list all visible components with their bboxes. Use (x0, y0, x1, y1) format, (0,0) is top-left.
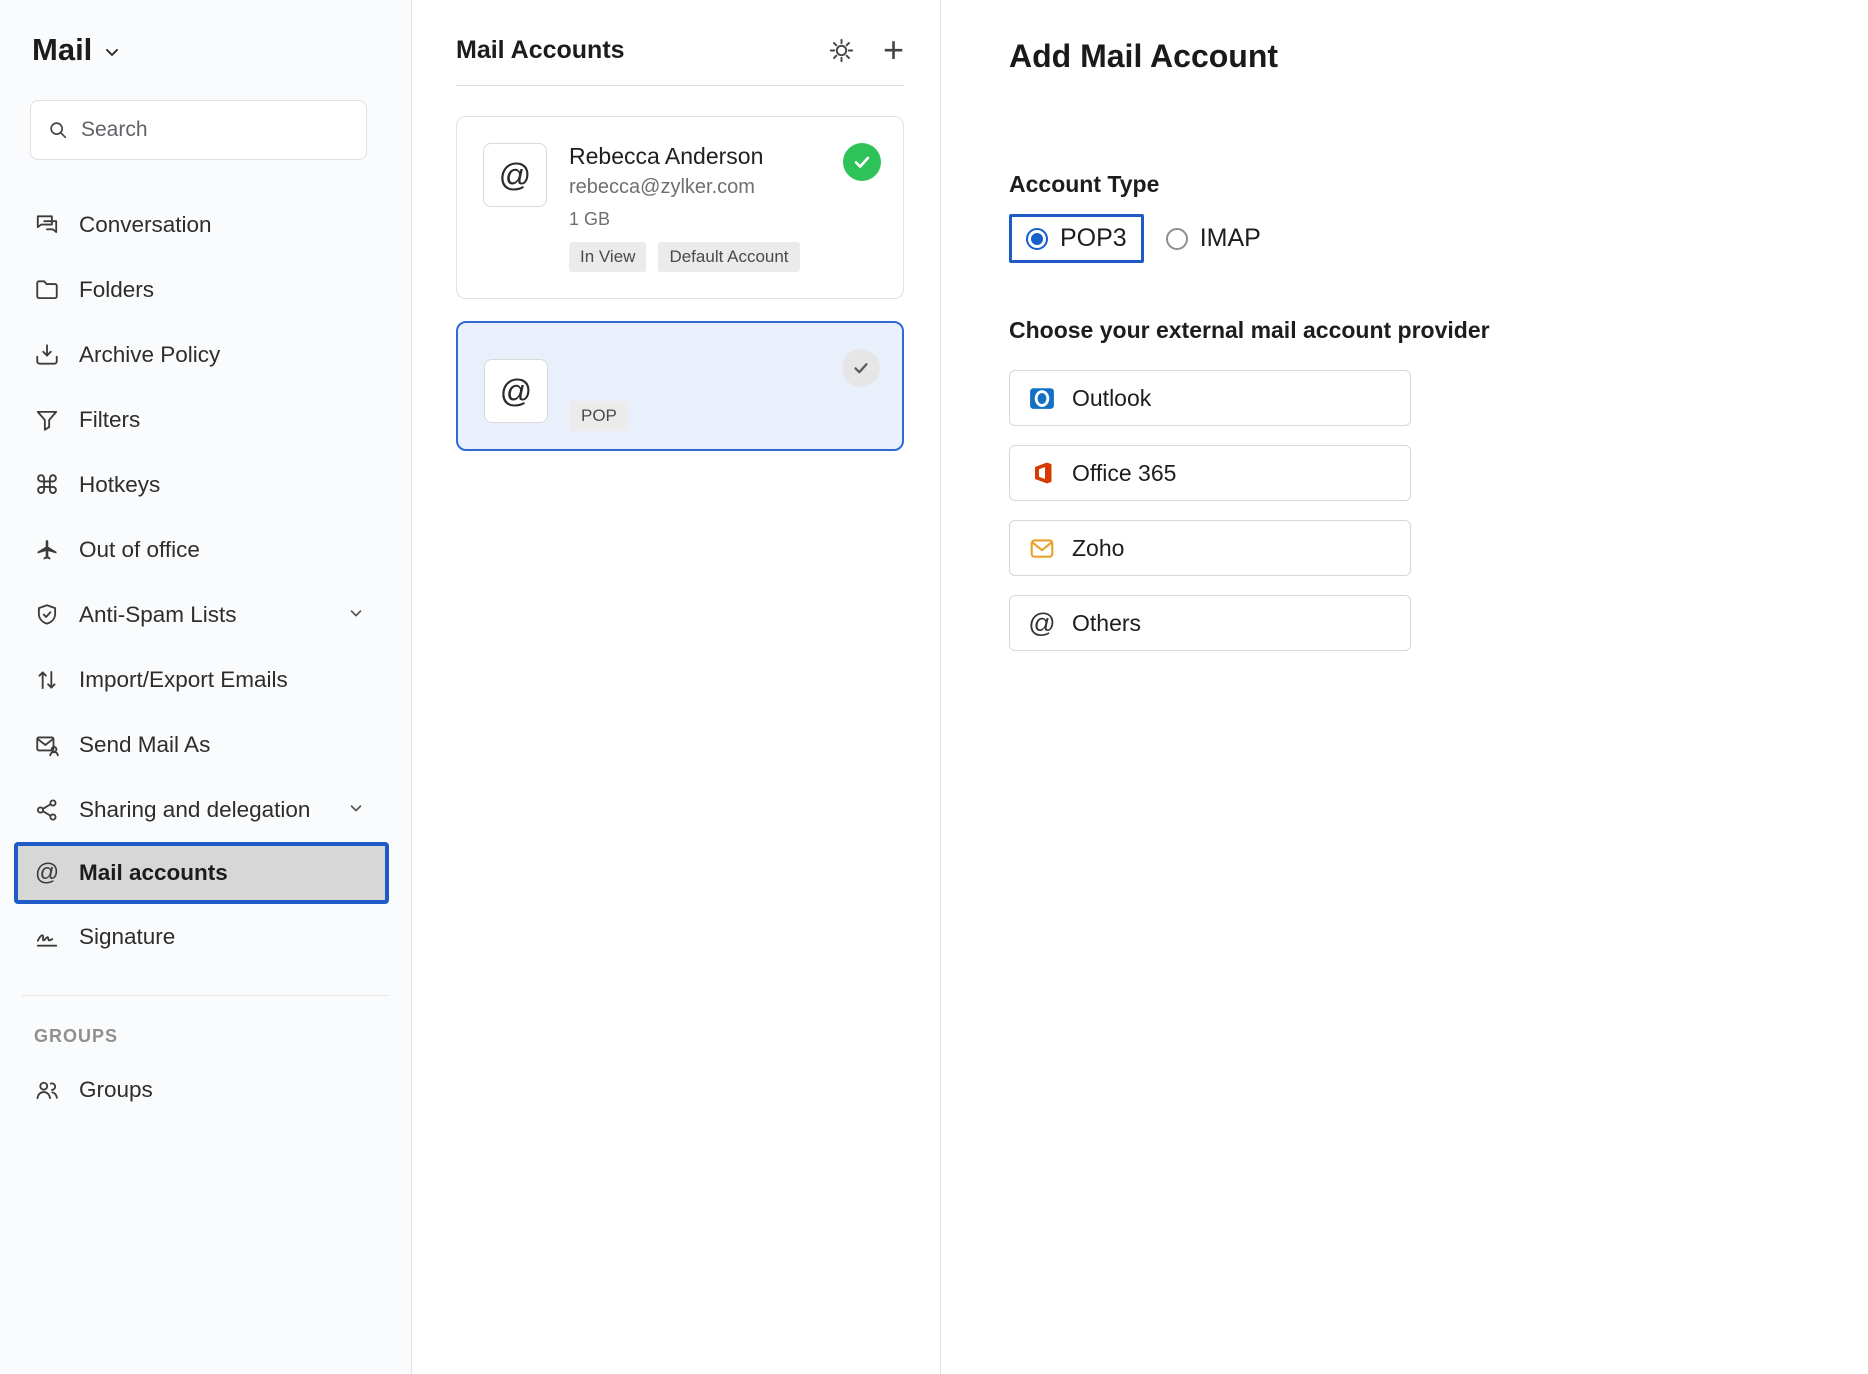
sidebar-item-label: Out of office (79, 537, 200, 563)
sidebar-item-sharing-and-delegation[interactable]: Sharing and delegation (0, 777, 411, 842)
at-icon: @ (34, 860, 60, 886)
account-type-label: Account Type (1009, 171, 1828, 198)
sidebar-item-send-mail-as[interactable]: Send Mail As (0, 712, 411, 777)
search-input-wrapper (30, 100, 367, 160)
sidebar-item-label: Anti-Spam Lists (79, 602, 237, 628)
sidebar-item-label: Signature (79, 924, 175, 950)
account-selected-check-icon (842, 349, 880, 387)
share-icon (34, 797, 60, 823)
mail-app-switcher[interactable]: Mail (0, 30, 411, 70)
chevron-down-icon (102, 34, 122, 70)
sidebar-item-label: Folders (79, 277, 154, 303)
account-card-pop[interactable]: @ POP (456, 321, 904, 451)
sidebar-item-label: Hotkeys (79, 472, 160, 498)
filter-icon (34, 407, 60, 433)
outlook-icon (1028, 384, 1056, 412)
sidebar-item-archive-policy[interactable]: Archive Policy (0, 322, 411, 387)
add-mail-account-panel: Add Mail Account Account Type POP3 IMAP … (941, 0, 1868, 1374)
command-icon: ⌘ (34, 472, 60, 498)
badge-default-account: Default Account (658, 242, 799, 272)
settings-gear-icon[interactable] (828, 37, 855, 64)
groups-section: GROUPS Groups (22, 995, 389, 1122)
provider-label: Office 365 (1072, 460, 1176, 487)
sidebar-item-hotkeys[interactable]: ⌘ Hotkeys (0, 452, 411, 517)
provider-label: Outlook (1072, 385, 1151, 412)
groups-icon (34, 1077, 60, 1103)
radio-unselected-icon (1166, 228, 1188, 250)
sidebar-item-label: Archive Policy (79, 342, 220, 368)
account-card-primary[interactable]: @ Rebecca Anderson rebecca@zylker.com 1 … (456, 116, 904, 299)
at-icon: @ (1028, 609, 1056, 637)
account-name: Rebecca Anderson (569, 143, 800, 170)
add-account-plus-icon[interactable]: + (883, 36, 904, 65)
search-icon (47, 119, 69, 141)
sidebar-item-filters[interactable]: Filters (0, 387, 411, 452)
sidebar-item-label: Filters (79, 407, 140, 433)
provider-outlook-button[interactable]: Outlook (1009, 370, 1411, 426)
page-title: Add Mail Account (1009, 38, 1828, 75)
archive-icon (34, 342, 60, 368)
sidebar-item-label: Import/Export Emails (79, 667, 288, 693)
mail-accounts-panel: Mail Accounts + @ Rebecca Anderson rebec… (412, 0, 941, 1374)
sidebar-item-signature[interactable]: Signature (0, 904, 411, 969)
imap-radio[interactable]: IMAP (1166, 224, 1261, 253)
radio-label: IMAP (1200, 224, 1261, 253)
send-mail-as-icon (34, 732, 60, 758)
account-storage: 1 GB (569, 209, 800, 230)
settings-nav: Conversation Folders Archive Policy Filt… (0, 192, 411, 969)
sidebar-item-label: Mail accounts (79, 860, 228, 886)
airplane-icon (34, 537, 60, 563)
mail-accounts-header: Mail Accounts + (456, 36, 904, 86)
folder-icon (34, 277, 60, 303)
sidebar-item-anti-spam-lists[interactable]: Anti-Spam Lists (0, 582, 411, 647)
provider-office365-button[interactable]: Office 365 (1009, 445, 1411, 501)
zoho-mail-settings-window: Mail Conversation Folders (0, 0, 1868, 1374)
sidebar-item-folders[interactable]: Folders (0, 257, 411, 322)
account-email: rebecca@zylker.com (569, 176, 800, 199)
sidebar-item-out-of-office[interactable]: Out of office (0, 517, 411, 582)
pop3-radio[interactable]: POP3 (1009, 214, 1144, 263)
account-type-radio-group: POP3 IMAP (1009, 214, 1828, 263)
provider-zoho-button[interactable]: Zoho (1009, 520, 1411, 576)
account-active-check-icon (843, 143, 881, 181)
app-title: Mail (32, 32, 92, 68)
chevron-down-icon (347, 797, 365, 823)
chevron-down-icon (347, 602, 365, 628)
shield-icon (34, 602, 60, 628)
account-avatar-at-icon: @ (483, 143, 547, 207)
radio-label: POP3 (1060, 224, 1127, 253)
provider-heading: Choose your external mail account provid… (1009, 317, 1828, 344)
sidebar-item-import-export-emails[interactable]: Import/Export Emails (0, 647, 411, 712)
zoho-mail-icon (1028, 534, 1056, 562)
radio-selected-icon (1026, 228, 1048, 250)
sidebar-item-label: Send Mail As (79, 732, 210, 758)
provider-others-button[interactable]: @ Others (1009, 595, 1411, 651)
conversation-icon (34, 212, 60, 238)
sidebar-item-mail-accounts[interactable]: @ Mail accounts (14, 842, 389, 904)
settings-sidebar: Mail Conversation Folders (0, 0, 412, 1374)
badge-in-view: In View (569, 242, 646, 272)
provider-label: Others (1072, 610, 1141, 637)
office365-icon (1028, 459, 1056, 487)
sidebar-item-label: Groups (79, 1077, 153, 1103)
sidebar-item-groups[interactable]: Groups (22, 1057, 389, 1122)
account-badges: In View Default Account (569, 242, 800, 272)
mail-accounts-title: Mail Accounts (456, 36, 625, 65)
sidebar-item-conversation[interactable]: Conversation (0, 192, 411, 257)
signature-icon (34, 924, 60, 950)
provider-label: Zoho (1072, 535, 1124, 562)
sidebar-item-label: Conversation (79, 212, 212, 238)
search-input[interactable] (81, 118, 352, 142)
badge-pop: POP (570, 401, 628, 431)
account-info: Rebecca Anderson rebecca@zylker.com 1 GB… (569, 143, 800, 272)
groups-section-header: GROUPS (22, 1026, 389, 1047)
import-export-icon (34, 667, 60, 693)
sidebar-item-label: Sharing and delegation (79, 797, 310, 823)
account-avatar-at-icon: @ (484, 359, 548, 423)
